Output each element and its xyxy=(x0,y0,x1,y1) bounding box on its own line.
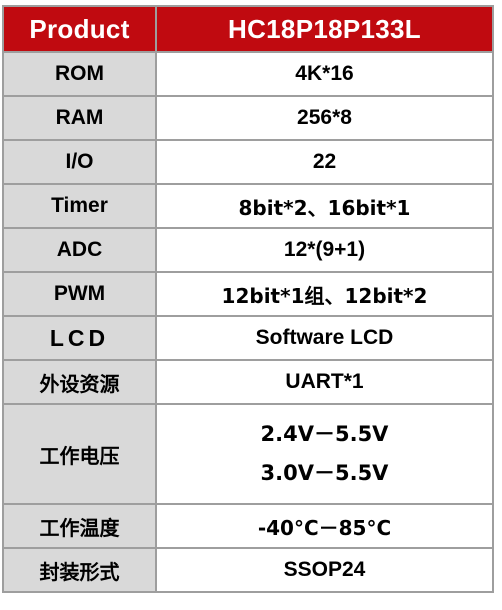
table-row: ADC 12*(9+1) xyxy=(2,227,494,273)
spec-label-package-type: 封装形式 xyxy=(2,547,157,593)
product-spec-table: Product HC18P18P133L ROM 4K*16 RAM 256*8… xyxy=(2,5,494,593)
table-row: I/O 22 xyxy=(2,139,494,185)
spec-label-timer: Timer xyxy=(2,183,157,229)
spec-value-lcd: Software LCD xyxy=(155,315,494,361)
spec-value-rom: 4K*16 xyxy=(155,51,494,97)
spec-value-pwm: 12bit*1组、12bit*2 xyxy=(155,271,494,317)
spec-value-operating-voltage: 2.4V－5.5V 3.0V－5.5V xyxy=(155,403,494,505)
table-row: 封装形式 SSOP24 xyxy=(2,547,494,593)
table-row: 工作温度 -40°C－85°C xyxy=(2,503,494,549)
table-row: RAM 256*8 xyxy=(2,95,494,141)
table-row: 外设资源 UART*1 xyxy=(2,359,494,405)
spec-label-pwm: PWM xyxy=(2,271,157,317)
header-label-product: Product xyxy=(2,5,157,53)
spec-label-ram: RAM xyxy=(2,95,157,141)
spec-label-operating-temperature: 工作温度 xyxy=(2,503,157,549)
spec-label-io: I/O xyxy=(2,139,157,185)
voltage-range-line-1: 2.4V－5.5V xyxy=(260,422,389,446)
table-row: PWM 12bit*1组、12bit*2 xyxy=(2,271,494,317)
spec-value-adc: 12*(9+1) xyxy=(155,227,494,273)
spec-value-ram: 256*8 xyxy=(155,95,494,141)
spec-label-rom: ROM xyxy=(2,51,157,97)
table-row: Timer 8bit*2、16bit*1 xyxy=(2,183,494,229)
table-row: LCD Software LCD xyxy=(2,315,494,361)
product-spec-table-container: Product HC18P18P133L ROM 4K*16 RAM 256*8… xyxy=(2,5,494,593)
table-row: 工作电压 2.4V－5.5V 3.0V－5.5V xyxy=(2,403,494,505)
table-row: ROM 4K*16 xyxy=(2,51,494,97)
spec-label-adc: ADC xyxy=(2,227,157,273)
spec-value-io: 22 xyxy=(155,139,494,185)
spec-value-operating-temperature: -40°C－85°C xyxy=(155,503,494,549)
spec-label-lcd: LCD xyxy=(2,315,157,361)
table-header: Product HC18P18P133L xyxy=(2,5,494,53)
spec-label-peripheral-resources: 外设资源 xyxy=(2,359,157,405)
table-header-row: Product HC18P18P133L xyxy=(2,5,494,53)
header-value-part-number: HC18P18P133L xyxy=(155,5,494,53)
spec-value-peripheral-resources: UART*1 xyxy=(155,359,494,405)
spec-label-operating-voltage: 工作电压 xyxy=(2,403,157,505)
voltage-range-line-2: 3.0V－5.5V xyxy=(260,461,389,485)
spec-value-package-type: SSOP24 xyxy=(155,547,494,593)
table-body: ROM 4K*16 RAM 256*8 I/O 22 Timer 8bit*2、… xyxy=(2,51,494,593)
spec-value-timer: 8bit*2、16bit*1 xyxy=(155,183,494,229)
